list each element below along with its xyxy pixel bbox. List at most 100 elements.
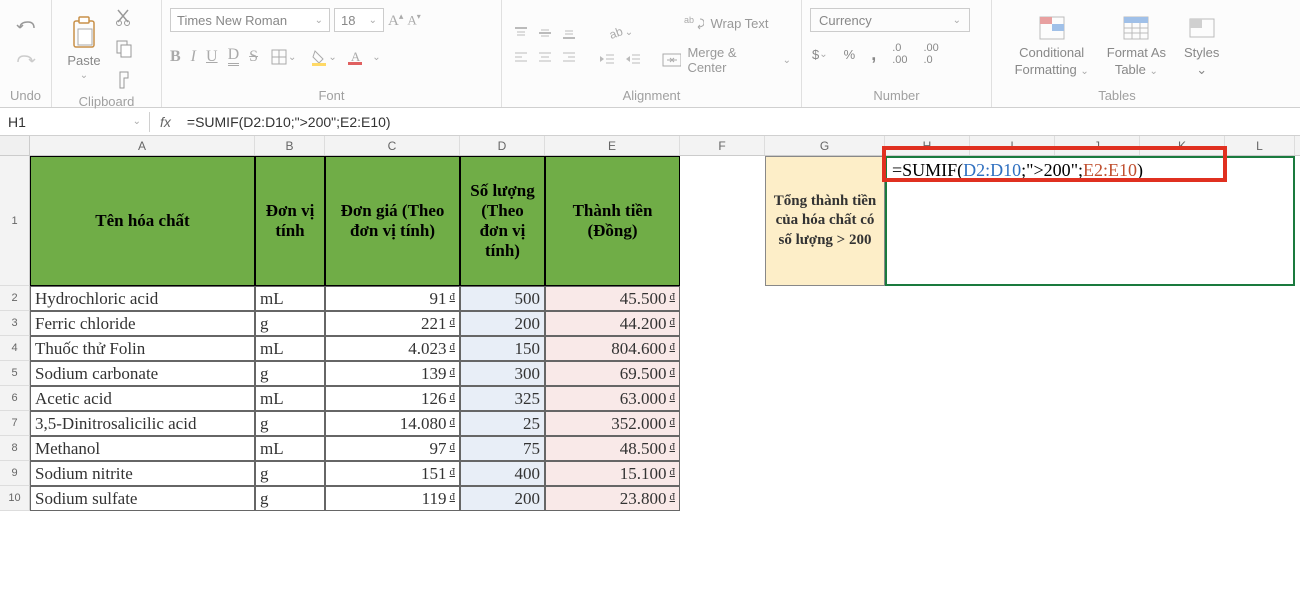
- decrease-indent-button[interactable]: [596, 49, 618, 69]
- cell-A8[interactable]: Methanol: [30, 436, 255, 461]
- cell-E4[interactable]: 804.600đ: [545, 336, 680, 361]
- header-ten[interactable]: Tên hóa chất: [30, 156, 255, 286]
- cell-A10[interactable]: Sodium sulfate: [30, 486, 255, 511]
- header-dongia[interactable]: Đơn giá (Theo đơn vị tính): [325, 156, 460, 286]
- number-format-select[interactable]: Currency⌄: [810, 8, 970, 32]
- merge-center-button[interactable]: Merge & Center⌄: [660, 43, 793, 77]
- cut-button[interactable]: [112, 4, 136, 28]
- italic-button[interactable]: I: [191, 48, 196, 66]
- cell-B9[interactable]: g: [255, 461, 325, 486]
- cell-C7[interactable]: 14.080đ: [325, 411, 460, 436]
- cell-D10[interactable]: 200: [460, 486, 545, 511]
- header-thanhtien[interactable]: Thành tiền (Đồng): [545, 156, 680, 286]
- cell-E2[interactable]: 45.500đ: [545, 286, 680, 311]
- row-9[interactable]: 9: [0, 461, 30, 486]
- align-bottom[interactable]: [558, 22, 580, 44]
- cell-B3[interactable]: g: [255, 311, 325, 336]
- redo-button[interactable]: [12, 50, 40, 74]
- increase-decimal-button[interactable]: .0.00: [890, 40, 909, 68]
- cell-E8[interactable]: 48.500đ: [545, 436, 680, 461]
- cell-B2[interactable]: mL: [255, 286, 325, 311]
- copy-button[interactable]: [112, 36, 136, 60]
- row-5[interactable]: 5: [0, 361, 30, 386]
- formula-input[interactable]: =SUMIF(D2:D10;">200";E2:E10): [181, 112, 1300, 132]
- col-B[interactable]: B: [255, 136, 325, 155]
- currency-button[interactable]: $ ⌄: [810, 45, 830, 64]
- orientation-button[interactable]: ab⌄: [596, 21, 644, 43]
- shrink-font-button[interactable]: A▾: [407, 12, 420, 28]
- cell-B5[interactable]: g: [255, 361, 325, 386]
- align-left[interactable]: [510, 46, 532, 68]
- cell-D3[interactable]: 200: [460, 311, 545, 336]
- row-7[interactable]: 7: [0, 411, 30, 436]
- cell-B4[interactable]: mL: [255, 336, 325, 361]
- align-center[interactable]: [534, 46, 556, 68]
- cell-D9[interactable]: 400: [460, 461, 545, 486]
- cell-C3[interactable]: 221đ: [325, 311, 460, 336]
- bold-button[interactable]: B: [170, 48, 181, 66]
- font-name-select[interactable]: Times New Roman⌄: [170, 8, 330, 32]
- undo-button[interactable]: [12, 16, 40, 40]
- align-middle[interactable]: [534, 22, 556, 44]
- cell-D2[interactable]: 500: [460, 286, 545, 311]
- styles-button[interactable]: Styles ⌄: [1178, 11, 1225, 80]
- cell-B6[interactable]: mL: [255, 386, 325, 411]
- col-I[interactable]: I: [970, 136, 1055, 155]
- col-K[interactable]: K: [1140, 136, 1225, 155]
- percent-button[interactable]: %: [842, 45, 858, 64]
- font-size-select[interactable]: 18⌄: [334, 8, 384, 32]
- cell-B10[interactable]: g: [255, 486, 325, 511]
- summary-label[interactable]: Tổng thành tiền của hóa chất có số lượng…: [765, 156, 885, 286]
- cell-A7[interactable]: 3,5-Dinitrosalicilic acid: [30, 411, 255, 436]
- cell-C9[interactable]: 151đ: [325, 461, 460, 486]
- cell-D8[interactable]: 75: [460, 436, 545, 461]
- header-donvi[interactable]: Đơn vị tính: [255, 156, 325, 286]
- col-E[interactable]: E: [545, 136, 680, 155]
- row-6[interactable]: 6: [0, 386, 30, 411]
- cell-C4[interactable]: 4.023đ: [325, 336, 460, 361]
- cell-A2[interactable]: Hydrochloric acid: [30, 286, 255, 311]
- wrap-text-button[interactable]: ab Wrap Text: [660, 13, 793, 33]
- cell-D4[interactable]: 150: [460, 336, 545, 361]
- row-1[interactable]: 1: [0, 156, 30, 286]
- cells-area[interactable]: Tên hóa chất Đơn vị tính Đơn giá (Theo đ…: [30, 156, 1300, 511]
- underline-button[interactable]: U: [206, 48, 218, 66]
- fill-color-button[interactable]: ⌄: [308, 46, 338, 68]
- fx-button[interactable]: fx: [150, 114, 181, 130]
- double-underline-button[interactable]: D: [228, 48, 240, 65]
- increase-indent-button[interactable]: [622, 49, 644, 69]
- col-L[interactable]: L: [1225, 136, 1295, 155]
- grow-font-button[interactable]: A▴: [388, 11, 403, 30]
- cell-E9[interactable]: 15.100đ: [545, 461, 680, 486]
- cell-C2[interactable]: 91đ: [325, 286, 460, 311]
- font-color-button[interactable]: A⌄: [349, 46, 383, 68]
- cell-A4[interactable]: Thuốc thử Folin: [30, 336, 255, 361]
- cell-A5[interactable]: Sodium carbonate: [30, 361, 255, 386]
- format-painter-button[interactable]: [112, 68, 136, 92]
- header-soluong[interactable]: Số lượng (Theo đơn vị tính): [460, 156, 545, 286]
- col-J[interactable]: J: [1055, 136, 1140, 155]
- col-A[interactable]: A: [30, 136, 255, 155]
- align-top[interactable]: [510, 22, 532, 44]
- comma-button[interactable]: ,: [869, 42, 878, 67]
- row-3[interactable]: 3: [0, 311, 30, 336]
- col-C[interactable]: C: [325, 136, 460, 155]
- row-10[interactable]: 10: [0, 486, 30, 511]
- cell-C8[interactable]: 97đ: [325, 436, 460, 461]
- cell-A9[interactable]: Sodium nitrite: [30, 461, 255, 486]
- cell-E10[interactable]: 23.800đ: [545, 486, 680, 511]
- cell-D5[interactable]: 300: [460, 361, 545, 386]
- cell-A3[interactable]: Ferric chloride: [30, 311, 255, 336]
- paste-button[interactable]: Paste ⌄: [60, 13, 108, 83]
- row-4[interactable]: 4: [0, 336, 30, 361]
- cell-D7[interactable]: 25: [460, 411, 545, 436]
- row-2[interactable]: 2: [0, 286, 30, 311]
- cell-E5[interactable]: 69.500đ: [545, 361, 680, 386]
- cell-E6[interactable]: 63.000đ: [545, 386, 680, 411]
- cell-B7[interactable]: g: [255, 411, 325, 436]
- cell-A6[interactable]: Acetic acid: [30, 386, 255, 411]
- align-right[interactable]: [558, 46, 580, 68]
- conditional-formatting-button[interactable]: Conditional Formatting ⌄: [1009, 11, 1095, 79]
- borders-button[interactable]: ⌄: [268, 46, 298, 68]
- cell-E7[interactable]: 352.000đ: [545, 411, 680, 436]
